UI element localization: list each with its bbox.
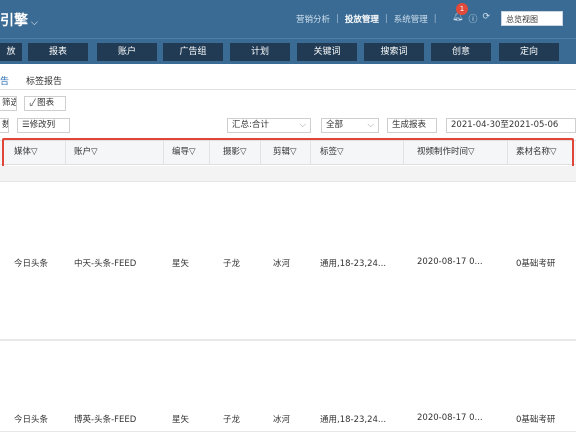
column-header-label: 媒体 <box>14 147 32 157</box>
header-icons: 🔔︎ 1 ⓘ ⟳ <box>452 3 490 25</box>
cell-material-name: 0基础考研 <box>516 415 556 425</box>
chevron-down-icon: ⌵ <box>31 18 38 28</box>
cell-account: 博英-头条-FEED <box>74 415 137 425</box>
cell-editing: 冰河 <box>273 415 291 425</box>
filter-button-label: 筛选 <box>2 98 16 108</box>
cell-media: 今日头条 <box>14 259 49 269</box>
menu-item-creatives[interactable]: 创意 <box>431 43 491 61</box>
refresh-icon[interactable]: ⟳ <box>482 12 490 25</box>
filter-icon[interactable]: ▽ <box>91 147 98 157</box>
column-header-label: 素材名称 <box>516 147 551 157</box>
menu-item-plans[interactable]: 计划 <box>230 43 290 61</box>
date-range-picker[interactable]: 2021-04-30至2021-05-06 <box>446 118 576 133</box>
date-range-value: 2021-04-30至2021-05-06 <box>451 120 559 130</box>
chevron-down-icon: ⌵ <box>299 120 306 130</box>
menu-item-ad-groups[interactable]: 广告组 <box>163 43 223 61</box>
nav-divider: | <box>384 14 388 24</box>
scope-select[interactable]: 全部 ⌵ <box>321 118 379 133</box>
column-header-material-name[interactable]: 素材名称▽ <box>510 141 576 164</box>
chart-icon: ⌞⁄ <box>29 98 35 108</box>
cell-director: 星矢 <box>172 415 190 425</box>
column-header-label: 摄影 <box>223 147 241 157</box>
filter-icon[interactable]: ▽ <box>550 147 557 157</box>
column-header-label: 标签 <box>320 147 338 157</box>
column-header-label: 账户 <box>74 147 92 157</box>
column-header-video-production-time[interactable]: 视频制作时间▽ <box>411 141 508 164</box>
summary-select[interactable]: 汇总:合计 ⌵ <box>227 118 311 133</box>
cell-tags: 通用,18-23,24... <box>320 415 387 425</box>
filter-icon[interactable]: ▽ <box>290 147 297 157</box>
cell-video-production-time: 2020-08-17 0... <box>417 257 483 267</box>
cell-photography: 子龙 <box>223 259 241 269</box>
filter-icon[interactable]: ▽ <box>468 147 475 157</box>
scope-select-value: 全部 <box>326 120 344 130</box>
chart-button[interactable]: ⌞⁄ 图表 <box>24 96 66 111</box>
column-header-director[interactable]: 编导▽ <box>166 141 210 164</box>
table-row[interactable]: 今日头条 中天-头条-FEED 星矢 子龙 冰河 通用,18-23,24... … <box>0 183 576 340</box>
nav-divider: | <box>433 14 437 24</box>
column-header-label: 剪辑 <box>273 147 291 157</box>
chart-button-label: 图表 <box>37 98 55 108</box>
overview-view-selector[interactable]: 总览视图 <box>501 11 563 26</box>
summary-select-value: 汇总:合计 <box>232 120 269 130</box>
cell-tags: 通用,18-23,24... <box>320 259 387 269</box>
nav-campaign-management[interactable]: 投放管理 <box>345 13 379 25</box>
brand-label: 引擎 <box>0 13 28 29</box>
table-header: 媒体▽ 账户▽ 编导▽ 摄影▽ 剪辑▽ 标签▽ 视频制作时间▽ 素材名称▽ <box>0 140 576 165</box>
cell-editing: 冰河 <box>273 259 291 269</box>
cell-media: 今日头条 <box>14 415 49 425</box>
column-header-account[interactable]: 账户▽ <box>68 141 164 164</box>
column-header-label: 视频制作时间 <box>417 147 469 157</box>
menu-item-delivery[interactable]: 放 <box>0 43 22 61</box>
filter-icon[interactable]: ▽ <box>337 147 344 157</box>
menu-item-reports[interactable]: 报表 <box>28 43 88 61</box>
menu-item-accounts[interactable]: 账户 <box>97 43 157 61</box>
app-brand[interactable]: 引擎 ⌵ <box>0 10 38 30</box>
column-header-editing[interactable]: 剪辑▽ <box>267 141 311 164</box>
report-tabs: 告 标签报告 <box>0 72 576 90</box>
column-header-media[interactable]: 媒体▽ <box>8 141 66 164</box>
cell-photography: 子龙 <box>223 415 241 425</box>
filter-icon[interactable]: ▽ <box>31 147 38 157</box>
filter-button[interactable]: 筛选 <box>0 96 17 111</box>
cell-material-name: 0基础考研 <box>516 259 556 269</box>
column-header-tags[interactable]: 标签▽ <box>314 141 404 164</box>
nav-system-management[interactable]: 系统管理 <box>394 13 428 25</box>
generate-report-label: 生成报表 <box>392 120 427 130</box>
edit-columns-label: 修改列 <box>29 120 56 130</box>
top-nav: 营销分析 | 投放管理 | 系统管理 | <box>296 13 437 25</box>
notification-badge: 1 <box>456 3 468 15</box>
edit-columns-button[interactable]: ☰修改列 <box>17 118 70 133</box>
filter-icon[interactable]: ▽ <box>189 147 196 157</box>
help-icon[interactable]: ⓘ <box>468 12 477 25</box>
list-icon: ☰ <box>22 120 30 130</box>
chevron-down-icon: ⌵ <box>367 120 374 130</box>
column-header-label: 编导 <box>172 147 190 157</box>
nav-divider: | <box>336 14 339 24</box>
column-header-photography[interactable]: 摄影▽ <box>217 141 261 164</box>
generate-report-button[interactable]: 生成报表 <box>387 118 437 133</box>
cell-account: 中天-头条-FEED <box>74 259 137 269</box>
menu-item-targeting[interactable]: 定向 <box>499 43 559 61</box>
table-row[interactable]: 今日头条 博英-头条-FEED 星矢 子龙 冰河 通用,18-23,24... … <box>0 340 576 432</box>
bell-icon[interactable]: 🔔︎ 1 <box>452 3 468 25</box>
nav-marketing-analysis[interactable]: 营销分析 <box>296 13 330 25</box>
menu-item-keywords[interactable]: 关键词 <box>297 43 357 61</box>
cell-video-production-time: 2020-08-17 0... <box>417 413 483 423</box>
tab-report[interactable]: 告 <box>0 74 9 87</box>
menu-item-search-terms[interactable]: 搜索词 <box>364 43 424 61</box>
filter-icon[interactable]: ▽ <box>240 147 247 157</box>
data-button[interactable]: 数 <box>0 118 9 133</box>
main-menu: 放 报表 账户 广告组 计划 关键词 搜索词 创意 定向 <box>0 38 576 64</box>
tab-tag-report[interactable]: 标签报告 <box>26 74 62 87</box>
cell-director: 星矢 <box>172 259 190 269</box>
summary-row <box>0 166 576 182</box>
top-header: 引擎 ⌵ 营销分析 | 投放管理 | 系统管理 | 🔔︎ 1 ⓘ ⟳ 总览视图 <box>0 0 576 38</box>
data-button-label: 数 <box>2 120 8 130</box>
